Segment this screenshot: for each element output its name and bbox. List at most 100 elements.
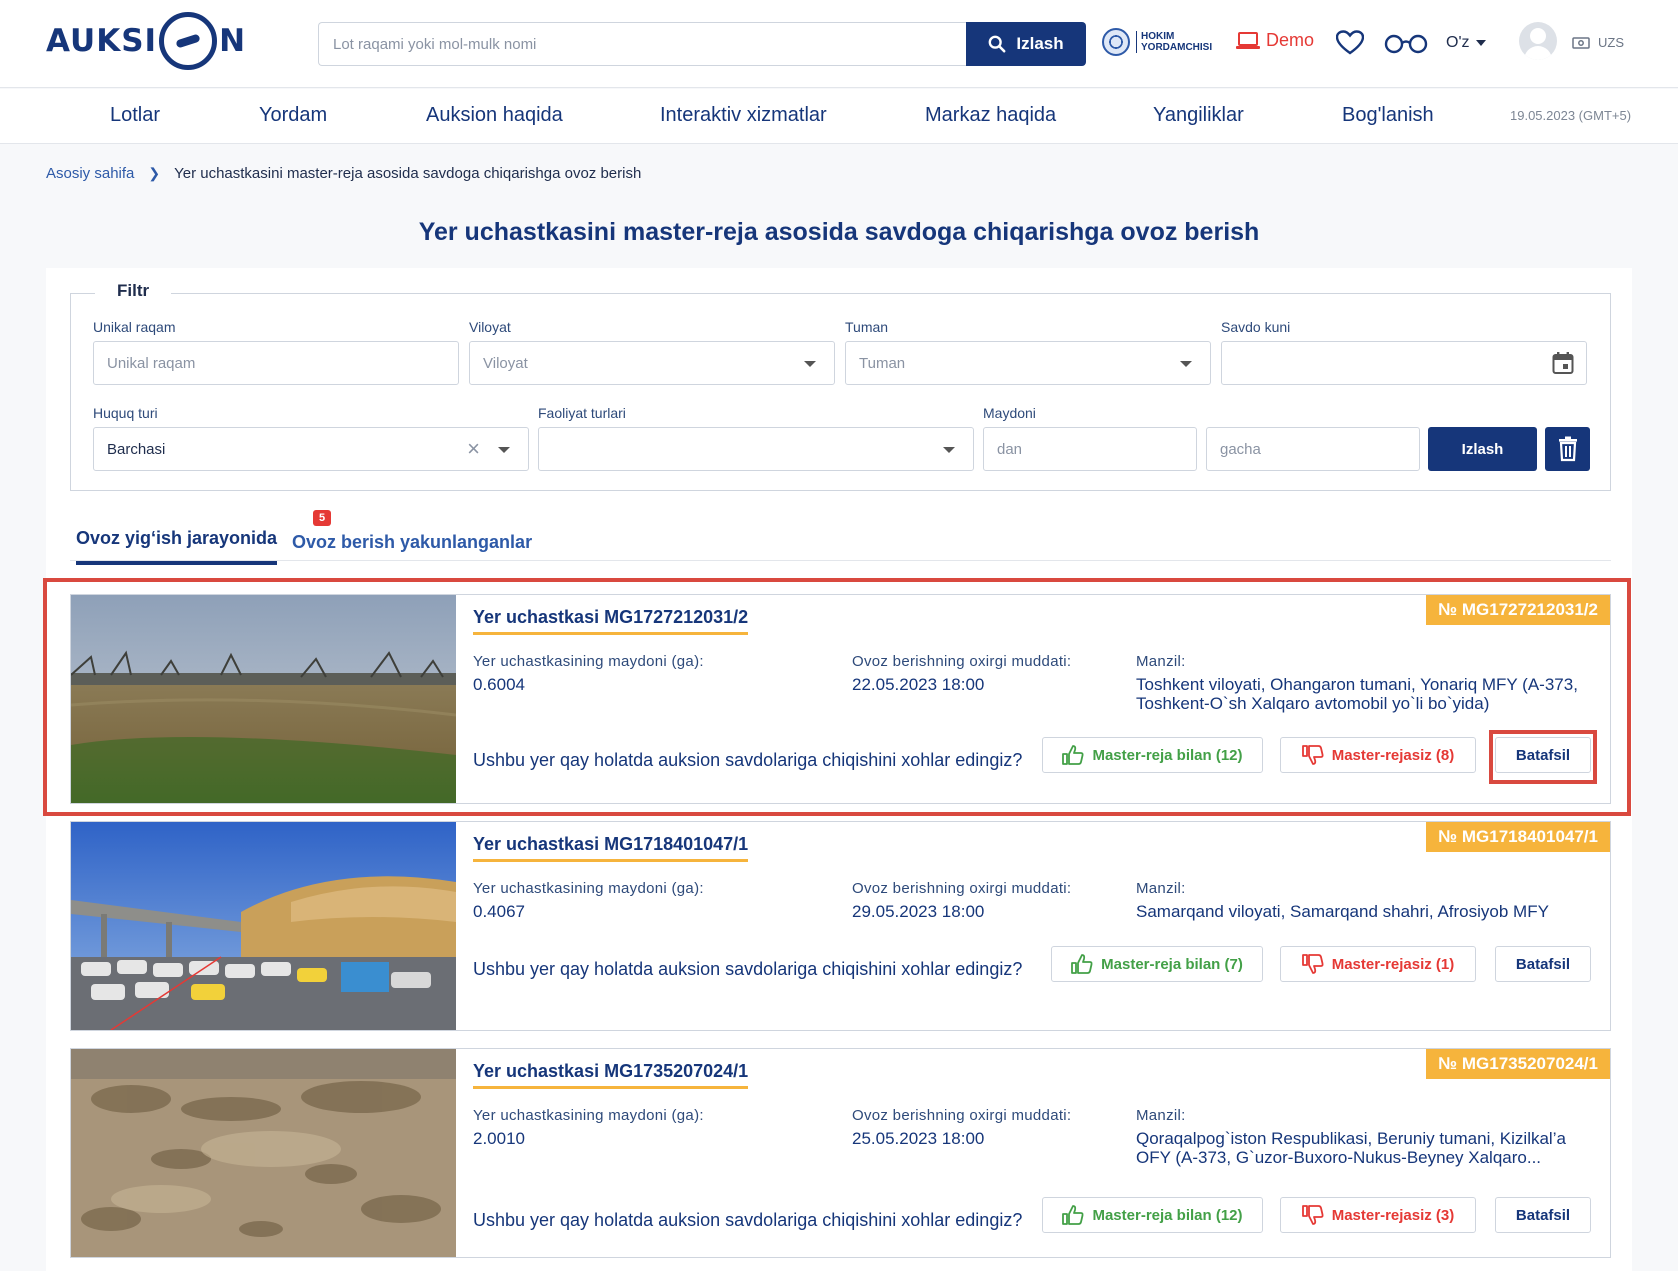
vote-without-masterplan-button[interactable]: Master-rejasiz (8) <box>1280 737 1476 773</box>
nav-item-lotlar[interactable]: Lotlar <box>110 104 160 127</box>
thumbs-down-icon <box>1301 954 1324 974</box>
unique-number-field <box>93 341 459 385</box>
area-from-input[interactable] <box>997 440 1183 458</box>
region-select[interactable]: Viloyat <box>469 341 835 385</box>
deadline-label: Ovoz berishning oxirgi muddati: <box>852 1107 1072 1124</box>
area-label: Maydoni <box>983 405 1036 421</box>
breadcrumb: Asosiy sahifa ❯ Yer uchastkasini master-… <box>46 165 641 182</box>
district-select[interactable]: Tuman <box>845 341 1211 385</box>
region-placeholder: Viloyat <box>483 354 528 372</box>
deadline-value: 22.05.2023 18:00 <box>852 675 985 694</box>
nav-item-markaz-haqida[interactable]: Markaz haqida <box>925 104 1056 127</box>
details-button[interactable]: Batafsil <box>1495 946 1591 982</box>
glasses-icon <box>1384 34 1428 54</box>
land-photo-parking <box>71 822 456 1030</box>
district-placeholder: Tuman <box>859 354 906 372</box>
chevron-down-icon <box>1475 40 1486 46</box>
nav-item-auksion-haqida[interactable]: Auksion haqida <box>426 104 563 127</box>
trade-date-picker[interactable] <box>1221 341 1587 385</box>
nav-item-yangiliklar[interactable]: Yangiliklar <box>1153 104 1244 127</box>
hokim-yordamchisi-link[interactable]: HOKIM YORDAMCHISI <box>1102 28 1212 56</box>
vote-tabs: Ovoz yig‘ish jarayonida 5 Ovoz berish ya… <box>70 510 1611 565</box>
lot-photo[interactable] <box>71 1049 456 1257</box>
area-to-field <box>1206 427 1420 471</box>
lot-title-link[interactable]: Yer uchastkasi MG1735207024/1 <box>473 1061 749 1089</box>
deadline-label: Ovoz berishning oxirgi muddati: <box>852 880 1072 897</box>
district-label: Tuman <box>845 319 889 335</box>
thumbs-up-icon <box>1071 954 1093 974</box>
heart-icon <box>1335 30 1365 55</box>
language-select[interactable]: O'z <box>1446 34 1486 52</box>
nav-item-yordam[interactable]: Yordam <box>259 104 327 127</box>
thumbs-up-icon <box>1062 1205 1084 1225</box>
auksion-logo[interactable]: AUKSI N <box>46 10 246 72</box>
filter-search-label: Izlash <box>1461 440 1504 458</box>
demo-label: Demo <box>1266 30 1315 50</box>
lot-photo[interactable] <box>71 822 456 1030</box>
thumbs-up-icon <box>1062 745 1084 765</box>
currency-switch[interactable]: UZS <box>1572 35 1624 50</box>
thumbs-down-icon <box>1301 745 1324 765</box>
vote-yes-label: Master-reja bilan (12) <box>1092 746 1243 764</box>
vote-with-masterplan-button[interactable]: Master-reja bilan (7) <box>1051 946 1263 982</box>
details-button[interactable]: Batafsil <box>1495 1197 1591 1233</box>
breadcrumb-home-link[interactable]: Asosiy sahifa <box>46 165 134 182</box>
filter-search-button[interactable]: Izlash <box>1428 427 1537 471</box>
chevron-down-icon <box>943 447 955 453</box>
right-type-select[interactable]: Barchasi × <box>93 427 529 471</box>
hokim-line1: HOKIM <box>1141 31 1175 42</box>
region-label: Viloyat <box>469 319 511 335</box>
area-to-input[interactable] <box>1220 440 1406 458</box>
nav-item-interaktiv-xizmatlar[interactable]: Interaktiv xizmatlar <box>660 104 827 127</box>
vote-without-masterplan-button[interactable]: Master-rejasiz (1) <box>1280 946 1476 982</box>
unique-number-input[interactable] <box>107 354 445 372</box>
chevron-right-icon: ❯ <box>148 165 161 181</box>
right-type-label: Huquq turi <box>93 405 158 421</box>
filter-clear-button[interactable] <box>1545 427 1590 471</box>
lot-card: № MG1718401047/1 Yer uchastkasi MG171840… <box>70 821 1611 1031</box>
cash-icon <box>1572 36 1590 49</box>
activity-type-label: Faoliyat turlari <box>538 405 626 421</box>
vote-yes-label: Master-reja bilan (12) <box>1092 1206 1243 1224</box>
address-value: Qoraqalpog`iston Respublikasi, Beruniy t… <box>1136 1129 1566 1167</box>
site-header: AUKSIN Izlash HOKIMYORDAMCHISI Demo O'z … <box>0 0 1678 88</box>
filter-box: Filtr Unikal raqam Viloyat Viloyat Tuman… <box>70 281 1611 491</box>
chevron-down-icon <box>498 447 510 453</box>
vote-with-masterplan-button[interactable]: Master-reja bilan (12) <box>1042 737 1263 773</box>
lot-title-link[interactable]: Yer uchastkasi MG1718401047/1 <box>473 834 749 862</box>
chevron-down-icon <box>1180 361 1192 367</box>
header-search-input[interactable] <box>318 22 966 66</box>
header-search: Izlash <box>318 22 1086 66</box>
header-search-label: Izlash <box>1016 34 1064 53</box>
favorites-button[interactable] <box>1335 30 1365 61</box>
area-from-field <box>983 427 1197 471</box>
user-avatar[interactable] <box>1519 22 1557 60</box>
calendar-icon[interactable] <box>1552 351 1574 375</box>
breadcrumb-current: Yer uchastkasini master-reja asosida sav… <box>174 165 642 182</box>
vote-with-masterplan-button[interactable]: Master-reja bilan (12) <box>1042 1197 1263 1233</box>
chevron-down-icon <box>804 361 816 367</box>
lot-title-link[interactable]: Yer uchastkasi MG1727212031/2 <box>473 607 749 635</box>
lot-number-badge: № MG1727212031/2 <box>1426 595 1610 625</box>
nav-item-boglanish[interactable]: Bog'lanish <box>1342 104 1434 127</box>
activity-type-select[interactable] <box>538 427 974 471</box>
trash-icon <box>1558 436 1577 462</box>
clear-icon[interactable]: × <box>467 438 480 460</box>
demo-link[interactable]: Demo <box>1236 30 1314 51</box>
vote-no-label: Master-rejasiz (3) <box>1331 1206 1455 1224</box>
vote-question: Ushbu yer qay holatda auksion savdolarig… <box>473 750 1023 770</box>
vote-without-masterplan-button[interactable]: Master-rejasiz (3) <box>1280 1197 1476 1233</box>
trade-date-label: Savdo kuni <box>1221 319 1291 335</box>
vote-no-label: Master-rejasiz (8) <box>1331 746 1455 764</box>
deadline-value: 29.05.2023 18:00 <box>852 902 985 921</box>
tab-voting-finished[interactable]: Ovoz berish yakunlanganlar <box>292 532 532 553</box>
address-value: Samarqand viloyati, Samarqand shahri, Af… <box>1136 902 1549 921</box>
area-label: Yer uchastkasining maydoni (ga): <box>473 1107 704 1124</box>
accessibility-button[interactable] <box>1384 34 1428 59</box>
lot-photo[interactable] <box>71 595 456 803</box>
tab-voting-in-progress[interactable]: Ovoz yig‘ish jarayonida <box>76 528 278 565</box>
main-nav: Lotlar Yordam Auksion haqida Interaktiv … <box>0 89 1678 144</box>
header-search-button[interactable]: Izlash <box>966 22 1086 66</box>
address-value: Toshkent viloyati, Ohangaron tumani, Yon… <box>1136 675 1578 713</box>
details-button[interactable]: Batafsil <box>1495 737 1591 773</box>
